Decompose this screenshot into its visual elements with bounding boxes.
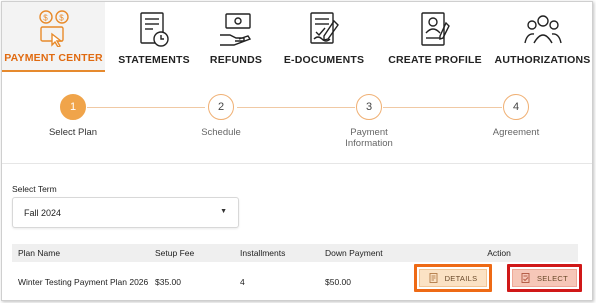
payment-center-icon: $ $ — [35, 8, 73, 48]
nav-label: AUTHORIZATIONS — [494, 54, 591, 66]
payment-plans-table: Plan Name Setup Fee Installments Down Pa… — [12, 244, 578, 300]
step-payment-information: 3 Payment Information — [337, 94, 401, 149]
nav-item-statements[interactable]: STATEMENTS — [105, 2, 203, 72]
step-label: Agreement — [492, 127, 540, 138]
nav-item-authorizations[interactable]: AUTHORIZATIONS — [491, 2, 592, 72]
nav-label: STATEMENTS — [118, 54, 190, 66]
document-icon — [429, 272, 438, 283]
table-row: Winter Testing Payment Plan 2026 $35.00 … — [12, 262, 578, 300]
column-header-installments: Installments — [240, 248, 286, 258]
nav-item-e-documents[interactable]: E-DOCUMENTS — [269, 2, 379, 72]
column-header-action: Action — [487, 248, 511, 258]
step-label: Schedule — [201, 127, 241, 138]
term-selected-value: Fall 2024 — [24, 207, 62, 218]
table-header: Plan Name Setup Fee Installments Down Pa… — [12, 244, 578, 262]
step-number: 4 — [503, 94, 529, 120]
select-button-label: SELECT — [537, 273, 568, 283]
nav-label: E-DOCUMENTS — [283, 54, 365, 66]
installments-cell: 4 — [240, 277, 245, 287]
plan-stepper: 1 Select Plan 2 Schedule 3 Payment Infor… — [2, 72, 592, 164]
nav-item-refunds[interactable]: REFUNDS — [203, 2, 269, 72]
column-header-plan-name: Plan Name — [18, 248, 61, 258]
step-select-plan: 1 Select Plan — [23, 94, 123, 138]
column-header-setup-fee: Setup Fee — [155, 248, 195, 258]
payment-center-panel: $ $ PAYMENT CENTER STATEMENTS REFUNDS E-… — [1, 1, 593, 301]
column-header-down-payment: Down Payment — [325, 248, 383, 258]
step-label: Select Plan — [48, 127, 98, 138]
nav-item-payment-center[interactable]: $ $ PAYMENT CENTER — [2, 2, 105, 72]
term-dropdown[interactable]: Fall 2024 ▼ — [12, 197, 239, 228]
setup-fee-cell: $35.00 — [155, 277, 181, 287]
authorizations-icon — [523, 10, 562, 50]
details-button[interactable]: DETAILS — [414, 264, 492, 292]
plan-name-cell: Winter Testing Payment Plan 2026 — [18, 276, 149, 287]
details-button-label: DETAILS — [444, 273, 478, 283]
step-agreement: 4 Agreement — [466, 94, 566, 138]
refunds-icon — [217, 10, 255, 50]
svg-text:$: $ — [43, 14, 48, 23]
select-document-icon — [521, 272, 530, 283]
e-documents-icon — [305, 10, 343, 50]
step-number: 3 — [356, 94, 382, 120]
nav-item-create-profile[interactable]: CREATE PROFILE — [379, 2, 491, 72]
step-schedule: 2 Schedule — [171, 94, 271, 138]
select-term-label: Select Term — [12, 184, 57, 194]
select-plan-button[interactable]: SELECT — [507, 264, 582, 292]
step-label: Payment Information — [345, 127, 393, 149]
nav-label: CREATE PROFILE — [388, 54, 482, 66]
nav-label: REFUNDS — [209, 54, 263, 66]
down-payment-cell: $50.00 — [325, 277, 351, 287]
step-number: 1 — [60, 94, 86, 120]
svg-text:$: $ — [59, 14, 64, 23]
caret-down-icon: ▼ — [220, 208, 227, 215]
statements-icon — [135, 10, 173, 50]
nav-label: PAYMENT CENTER — [4, 52, 103, 64]
top-navigation: $ $ PAYMENT CENTER STATEMENTS REFUNDS E-… — [2, 2, 592, 72]
step-number: 2 — [208, 94, 234, 120]
create-profile-icon — [416, 10, 454, 50]
